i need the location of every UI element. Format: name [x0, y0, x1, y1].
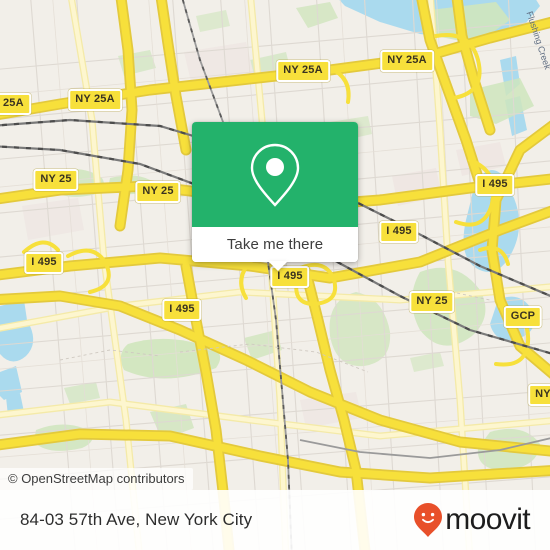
moovit-wordmark: moovit — [445, 503, 530, 536]
callout-header — [192, 122, 358, 227]
location-callout-card[interactable]: Take me there — [192, 122, 358, 262]
road-shield-i495[interactable]: I 495 — [162, 299, 202, 321]
road-shield-ny25a[interactable]: NY 25A — [0, 93, 31, 115]
map-screenshot: Flushing Creek NY 25A NY 25A NY 25A NY 2… — [0, 0, 550, 550]
road-shield-ny[interactable]: NY — [528, 384, 550, 406]
address-label: 84-03 57th Ave, New York City — [20, 510, 253, 529]
road-shield-ny25[interactable]: NY 25 — [409, 291, 455, 313]
road-shield-ny25a[interactable]: NY 25A — [380, 50, 434, 72]
take-me-there-button[interactable]: Take me there — [192, 227, 358, 262]
road-shield-i495[interactable]: I 495 — [475, 174, 515, 196]
road-shield-ny25a[interactable]: NY 25A — [68, 89, 122, 111]
road-shield-gcp[interactable]: GCP — [503, 306, 543, 328]
moovit-logo[interactable]: moovit — [413, 502, 531, 538]
road-shield-ny25[interactable]: NY 25 — [33, 169, 79, 191]
road-shield-i495[interactable]: I 495 — [379, 221, 419, 243]
map-canvas[interactable]: Flushing Creek NY 25A NY 25A NY 25A NY 2… — [0, 0, 550, 550]
moovit-pin-smiley-icon — [414, 503, 443, 537]
road-shield-ny25[interactable]: NY 25 — [135, 181, 181, 203]
footer-bar: 84-03 57th Ave, New York City moovit — [0, 490, 550, 550]
osm-attribution[interactable]: © OpenStreetMap contributors — [0, 468, 193, 490]
take-me-there-label: Take me there — [226, 236, 324, 253]
callout-pointer-tail — [268, 261, 288, 271]
location-pin-icon — [250, 143, 300, 207]
road-shield-ny25a[interactable]: NY 25A — [276, 60, 330, 82]
road-shield-i495[interactable]: I 495 — [24, 252, 64, 274]
